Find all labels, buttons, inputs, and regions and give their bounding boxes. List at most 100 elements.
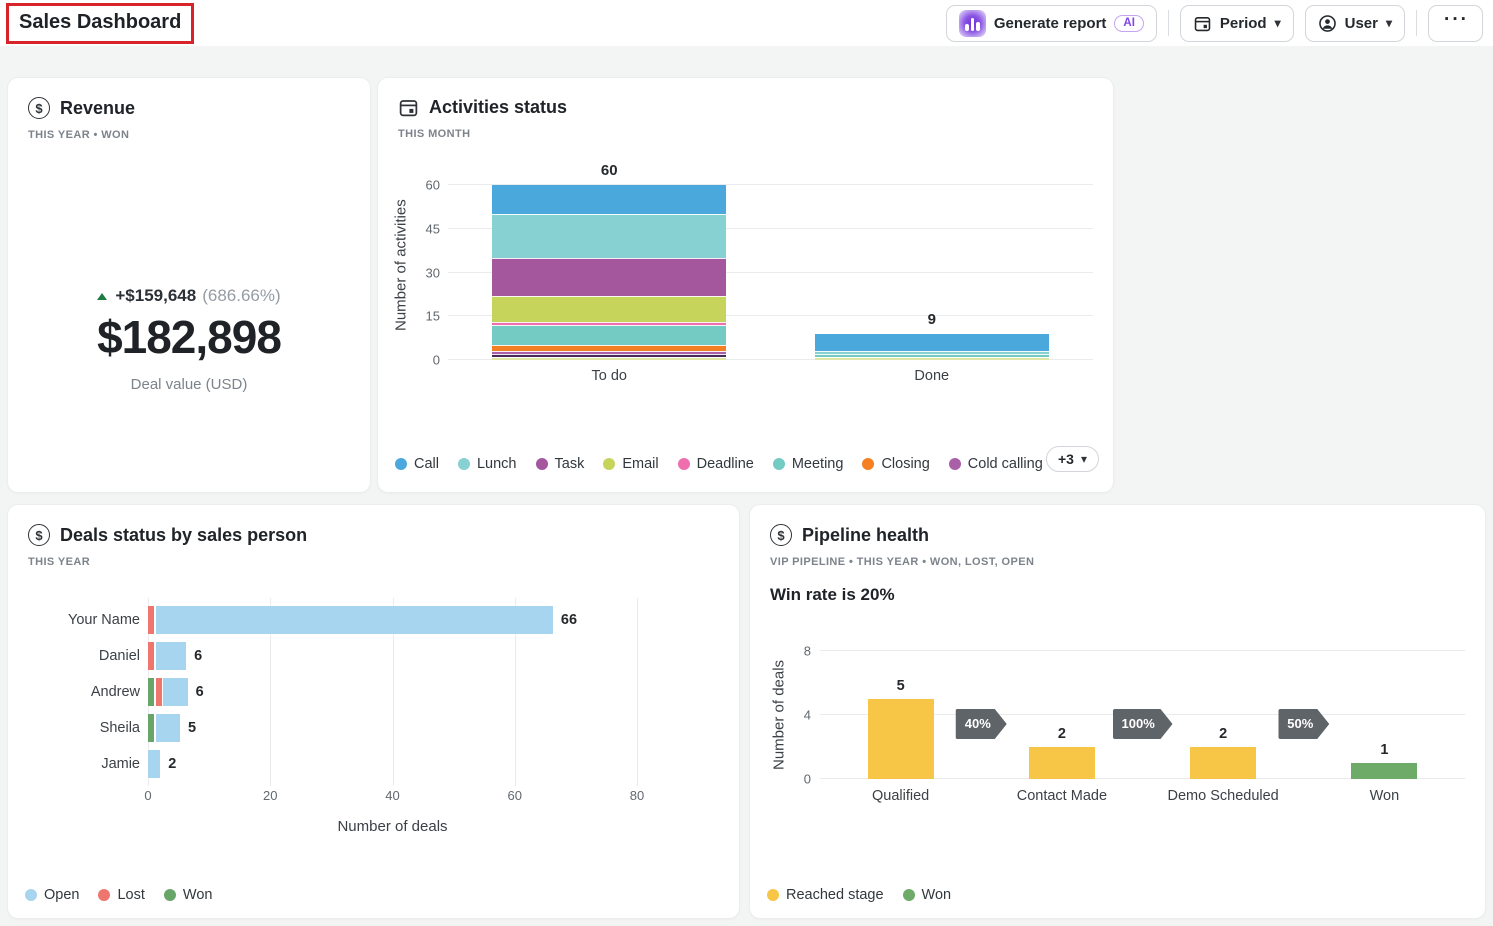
period-label: Period [1219, 14, 1267, 32]
x-axis-labels: Qualified Contact Made Demo Scheduled Won [820, 788, 1465, 804]
x-tick-label: 80 [629, 788, 645, 803]
bar-segment-task[interactable] [492, 257, 727, 296]
card-subtitle: THIS MONTH [398, 128, 471, 140]
stage-bar[interactable] [867, 699, 934, 779]
chart-legend: Call Lunch Task Email Deadline Meeting Closing… [395, 451, 1097, 477]
chart-legend: Open Lost Won [8, 887, 739, 918]
legend-item-open[interactable]: Open [25, 887, 79, 903]
bar-value-label: 1 [1380, 742, 1389, 758]
legend-dot [772, 458, 785, 470]
legend-dot [862, 458, 875, 470]
x-category-label: Done [914, 368, 950, 384]
ellipsis-icon: ··· [1444, 9, 1469, 30]
bar-segment-won[interactable] [148, 714, 155, 742]
bar-segment-lunch[interactable] [492, 214, 727, 258]
legend-item-email[interactable]: Email [603, 456, 659, 472]
bar-segment-meeting[interactable] [492, 324, 727, 346]
bar-value-label: 2 [1219, 726, 1228, 742]
deals-status-card: $ Deals status by sales person THIS YEAR… [8, 505, 739, 918]
x-tick-label: 60 [507, 788, 522, 803]
bar-segment-won[interactable] [148, 678, 155, 706]
y-tick-label: 0 [432, 352, 440, 368]
y-tick-label: 4 [803, 707, 811, 723]
bar-segment-open[interactable] [155, 714, 181, 742]
stacked-bar[interactable] [148, 642, 187, 670]
bar-segment-open[interactable] [148, 750, 161, 778]
stacked-bar[interactable] [148, 750, 161, 778]
bar-segment-other-2[interactable] [492, 357, 727, 360]
chart-legend: Reached stage Won [750, 887, 1485, 918]
legend-item-won[interactable]: Won [163, 887, 212, 903]
legend-item-cold-calling[interactable]: Cold calling [948, 456, 1043, 472]
y-axis-label: Number of deals [770, 659, 788, 771]
generate-report-button[interactable]: Generate report AI [945, 4, 1157, 42]
legend-more-button[interactable]: +3 ▾ [1046, 446, 1099, 472]
legend-item-lunch[interactable]: Lunch [457, 456, 517, 472]
deals-row-daniel: Daniel 6 [99, 638, 724, 674]
bar-total-label: 9 [927, 310, 936, 328]
legend-label: Open [44, 887, 80, 903]
y-tick-label: 30 [425, 265, 440, 280]
bar-segment-open[interactable] [155, 642, 187, 670]
legend-label: Reached stage [786, 887, 884, 903]
legend-item-closing[interactable]: Closing [862, 456, 930, 472]
bar-value-label: 2 [168, 756, 177, 772]
pipeline-stage-won: 1 [1304, 651, 1465, 779]
divider [1416, 10, 1418, 36]
stage-bar[interactable] [1351, 763, 1418, 779]
revenue-amount: $182,898 [97, 311, 282, 363]
bar-segment-email[interactable] [492, 295, 727, 323]
legend-dot [457, 458, 470, 470]
bar-segment-other-2[interactable] [814, 357, 1049, 360]
generate-report-label: Generate report [993, 14, 1107, 32]
x-category-label: Contact Made [1016, 788, 1108, 804]
stacked-bar[interactable] [148, 678, 188, 706]
deals-row-andrew: Andrew 6 [91, 674, 724, 710]
y-tick-label: 0 [803, 771, 811, 787]
legend-item-call[interactable]: Call [395, 456, 439, 472]
user-filter-button[interactable]: User ▾ [1304, 4, 1406, 42]
period-filter-button[interactable]: Period ▾ [1179, 4, 1294, 42]
more-options-button[interactable]: ··· [1428, 4, 1483, 42]
calendar-icon [399, 100, 418, 117]
bar-value-label: 5 [188, 720, 197, 736]
stacked-bar-to-do[interactable]: 60 [492, 162, 727, 360]
plot-area: 60 9 [448, 162, 1093, 360]
bar-value-label: 6 [194, 648, 203, 664]
dashboard-body: $ Revenue THIS YEAR • WON +$159,648 (686… [0, 46, 1493, 926]
legend-item-reached-stage[interactable]: Reached stage [767, 887, 884, 903]
y-axis-ticks: 0 4 8 [790, 644, 820, 787]
legend-dot [948, 458, 961, 470]
chevron-down-icon: ▾ [1274, 16, 1281, 30]
plot-area: 5 2 2 1 40% 100% 50% [820, 650, 1465, 779]
revenue-caption: Deal value (USD) [130, 376, 248, 393]
x-category-label: Won [1369, 788, 1400, 804]
bar-segment-call[interactable] [492, 185, 727, 215]
legend-label: Lost [117, 887, 145, 903]
x-tick-label: 0 [144, 788, 152, 803]
trend-up-icon [97, 292, 108, 300]
bar-stack [492, 185, 727, 360]
bar-chart-ai-icon [958, 9, 986, 37]
legend-item-task[interactable]: Task [535, 456, 584, 472]
legend-item-deadline[interactable]: Deadline [677, 456, 754, 472]
bar-segment-lost[interactable] [148, 642, 155, 670]
stacked-bar[interactable] [148, 606, 553, 634]
dollar-circle-icon: $ [28, 524, 50, 546]
bar-segment-open[interactable] [163, 678, 188, 706]
bar-segment-open[interactable] [155, 606, 553, 634]
category-label: Daniel [98, 648, 140, 664]
bar-segment-lost[interactable] [155, 678, 162, 706]
x-category-label: Qualified [872, 788, 930, 804]
legend-item-won[interactable]: Won [902, 887, 951, 903]
stage-bar[interactable] [1190, 747, 1257, 779]
legend-item-lost[interactable]: Lost [98, 887, 145, 903]
bar-segment-lost[interactable] [148, 606, 155, 634]
bar-segment-call[interactable] [814, 333, 1049, 352]
stage-bar[interactable] [1028, 747, 1095, 779]
stacked-bar-done[interactable]: 9 [814, 311, 1049, 360]
legend-dot [902, 889, 915, 901]
stacked-bar[interactable] [148, 714, 181, 742]
bar-value-label: 2 [1057, 726, 1066, 742]
legend-item-meeting[interactable]: Meeting [772, 456, 843, 472]
